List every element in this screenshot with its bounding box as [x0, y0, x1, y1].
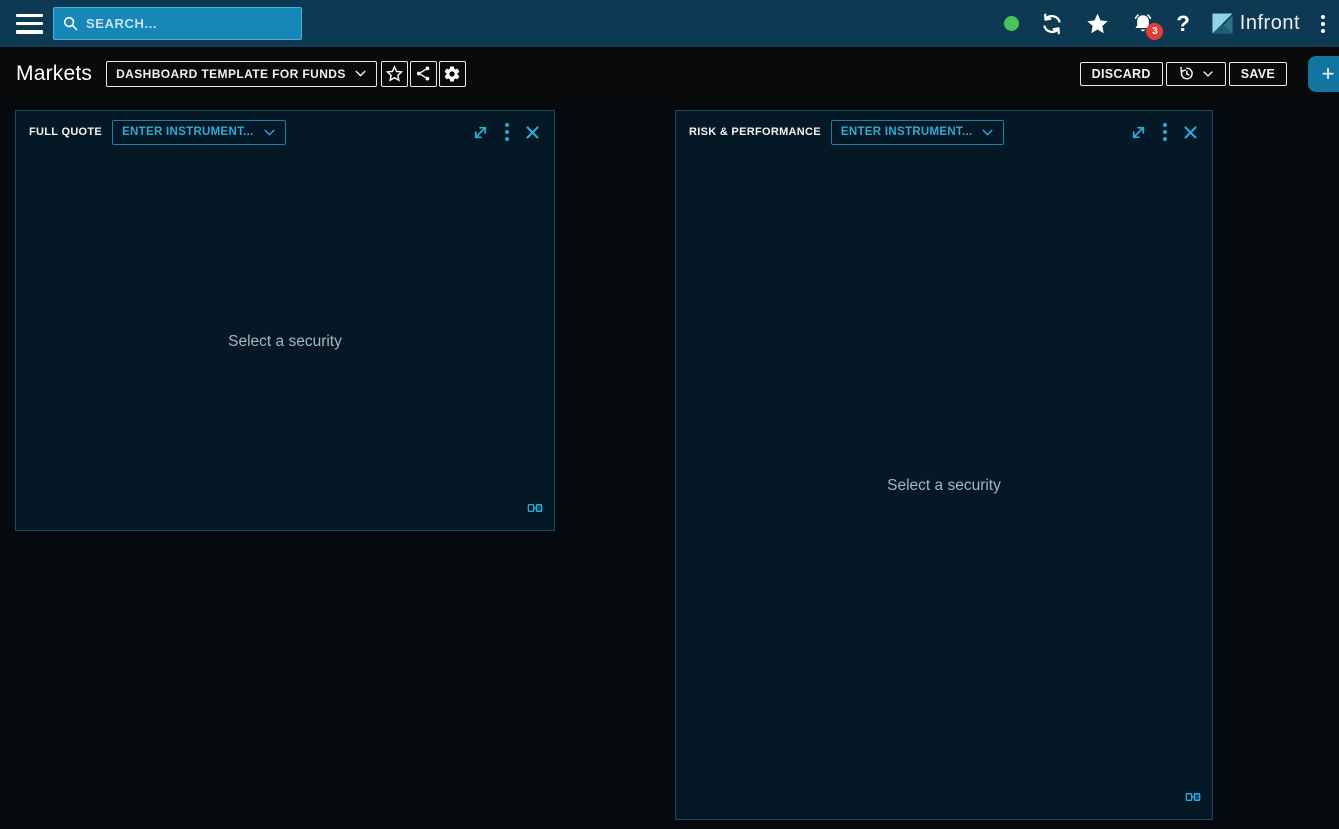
page-title: Markets — [16, 62, 92, 86]
discard-button[interactable]: DISCARD — [1080, 62, 1163, 86]
panel-risk-performance: RISK & PERFORMANCE ENTER INSTRUMENT... S… — [675, 110, 1213, 820]
chevron-down-icon — [981, 126, 994, 139]
search-input[interactable] — [86, 16, 293, 31]
chevron-down-icon — [1202, 68, 1214, 80]
panel-body: Select a security — [676, 153, 1212, 819]
expand-panel-icon[interactable] — [1129, 123, 1148, 142]
empty-state-message: Select a security — [887, 477, 1001, 495]
instrument-placeholder: ENTER INSTRUMENT... — [122, 126, 254, 138]
expand-panel-icon[interactable] — [471, 123, 490, 142]
close-panel-icon[interactable] — [1182, 124, 1199, 141]
dashboard-template-label: DASHBOARD TEMPLATE FOR FUNDS — [116, 67, 346, 81]
history-icon — [1178, 65, 1195, 82]
panel-title: FULL QUOTE — [29, 126, 102, 138]
refresh-icon[interactable] — [1040, 12, 1064, 36]
infront-logo: Infront — [1211, 12, 1300, 35]
share-dashboard-button[interactable] — [410, 61, 437, 87]
connection-status-dot — [1004, 16, 1019, 31]
help-icon[interactable]: ? — [1176, 13, 1189, 35]
instrument-selector[interactable]: ENTER INSTRUMENT... — [831, 120, 1005, 145]
panel-actions — [471, 123, 541, 142]
instrument-selector[interactable]: ENTER INSTRUMENT... — [112, 120, 286, 145]
topbar-right-group: 3 ? Infront — [1004, 12, 1325, 36]
search-box[interactable] — [53, 7, 302, 40]
panel-header: FULL QUOTE ENTER INSTRUMENT... — [16, 111, 554, 153]
panel-menu-kebab-icon[interactable] — [505, 123, 509, 141]
panel-header: RISK & PERFORMANCE ENTER INSTRUMENT... — [676, 111, 1212, 153]
panel-full-quote: FULL QUOTE ENTER INSTRUMENT... Select a … — [15, 110, 555, 531]
dashboard-template-dropdown[interactable]: DASHBOARD TEMPLATE FOR FUNDS — [106, 61, 377, 87]
panel-body: Select a security — [16, 153, 554, 530]
panel-title: RISK & PERFORMANCE — [689, 126, 821, 138]
chevron-down-icon — [263, 126, 276, 139]
add-widget-button[interactable]: + — [1308, 56, 1339, 92]
dashboard-content: FULL QUOTE ENTER INSTRUMENT... Select a … — [0, 100, 1339, 829]
link-channel-icon[interactable] — [1185, 790, 1201, 808]
overflow-kebab-icon[interactable] — [1321, 15, 1325, 33]
dashboard-toolbar: Markets DASHBOARD TEMPLATE FOR FUNDS DIS… — [0, 47, 1339, 100]
close-panel-icon[interactable] — [524, 124, 541, 141]
favorite-dashboard-button[interactable] — [381, 61, 408, 87]
notification-badge: 3 — [1146, 23, 1163, 40]
notifications-bell-icon[interactable]: 3 — [1131, 12, 1155, 36]
empty-state-message: Select a security — [228, 333, 342, 351]
link-channel-icon[interactable] — [527, 501, 543, 519]
save-button[interactable]: SAVE — [1229, 62, 1287, 86]
top-app-bar: 3 ? Infront — [0, 0, 1339, 47]
search-icon — [62, 15, 79, 32]
brand-name: Infront — [1240, 12, 1300, 35]
dashboard-settings-button[interactable] — [439, 61, 466, 87]
instrument-placeholder: ENTER INSTRUMENT... — [841, 126, 973, 138]
share-icon — [415, 65, 432, 82]
infront-logo-icon — [1211, 12, 1234, 35]
star-outline-icon — [385, 65, 404, 83]
menu-hamburger-icon[interactable] — [16, 14, 43, 34]
toolbar-right-group: DISCARD SAVE — [1080, 62, 1287, 86]
favorites-star-icon[interactable] — [1085, 12, 1110, 36]
chevron-down-icon — [354, 67, 367, 80]
panel-actions — [1129, 123, 1199, 142]
gear-icon — [443, 65, 461, 83]
panel-menu-kebab-icon[interactable] — [1163, 123, 1167, 141]
history-dropdown-button[interactable] — [1166, 62, 1226, 86]
